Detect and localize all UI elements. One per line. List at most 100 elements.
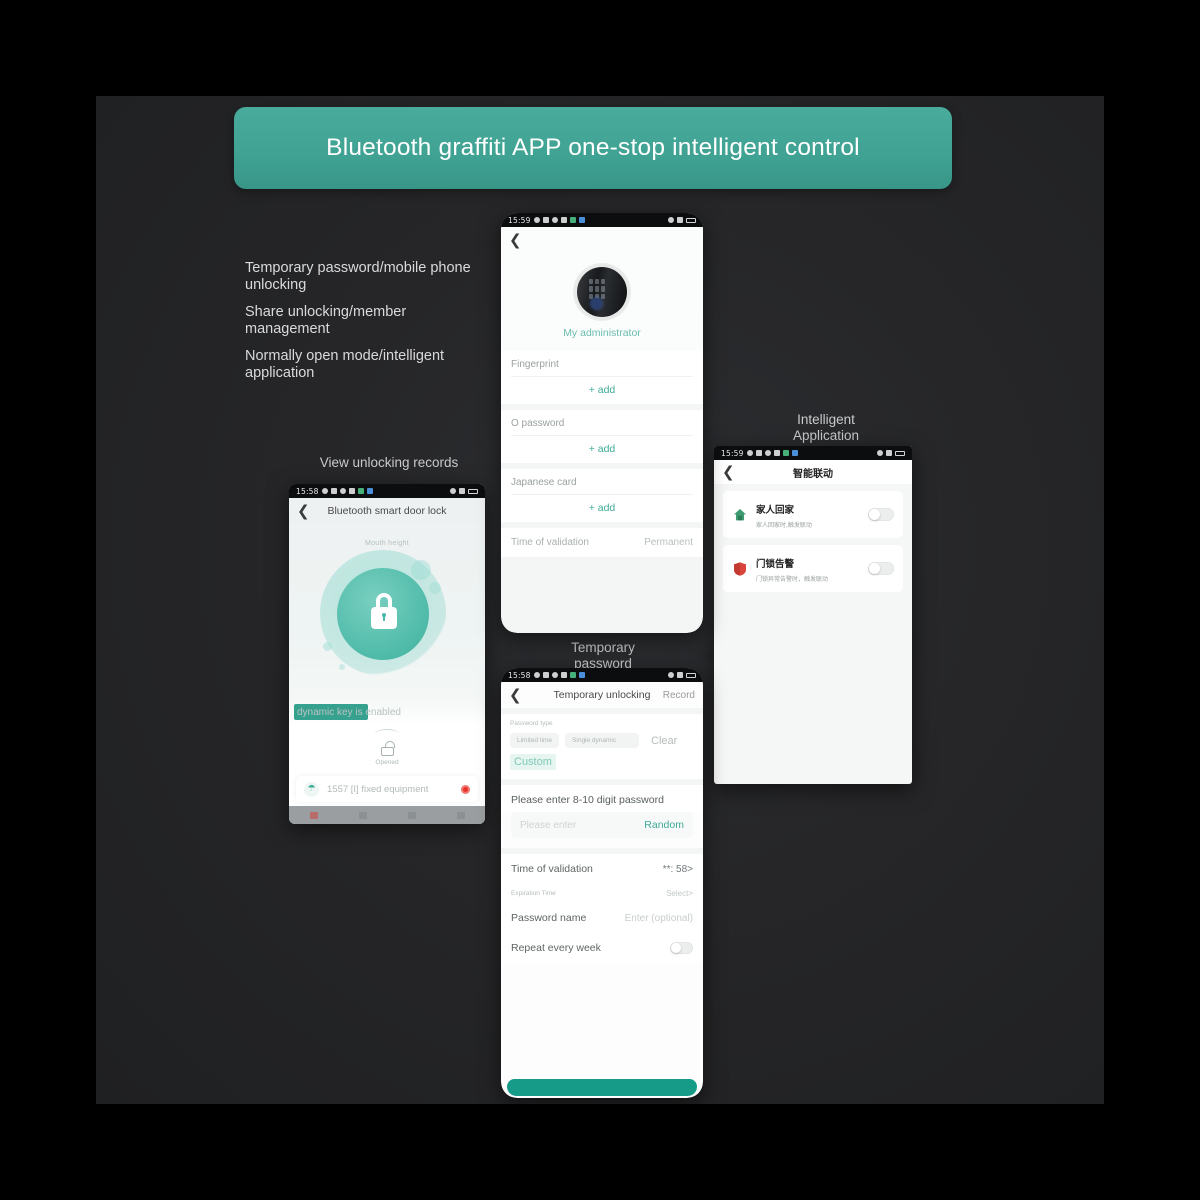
alarm-icon bbox=[668, 217, 674, 223]
linkage-text: 家人回家 家人回家时,触发联动 bbox=[756, 500, 860, 529]
screen-door-lock: 15:58 ❮ Bluetooth smart door lock Mouth … bbox=[289, 484, 485, 824]
screen-intelligent-linkage: 15:59 ❮ 智能联动 家人回家 家人回家时,触发联动 门锁告警 门锁异常告警… bbox=[714, 446, 912, 784]
fingerprint-icon bbox=[591, 298, 602, 309]
app-icon bbox=[542, 672, 549, 678]
battery-icon bbox=[686, 672, 696, 678]
linkage-subtitle: 家人回家时,触发联动 bbox=[756, 522, 812, 529]
row-value: **: 58> bbox=[662, 863, 693, 875]
linkage-item-alarm[interactable]: 门锁告警 门锁异常告警时，触发联动 bbox=[723, 545, 903, 592]
chip-limited-time[interactable]: Limited time bbox=[510, 733, 560, 748]
screenshot-stage: Bluetooth graffiti APP one-stop intellig… bbox=[0, 0, 1200, 1200]
password-input-wrapper[interactable]: Please enter Random bbox=[511, 812, 693, 838]
bell-icon: ☂ bbox=[304, 781, 319, 797]
nav-bar: ❮ Temporary unlocking Record bbox=[501, 682, 703, 708]
chip-custom[interactable]: Custom bbox=[510, 754, 556, 770]
bubble-decor bbox=[411, 560, 431, 580]
password-type-chips: Limited time Single dynamic Clear bbox=[510, 733, 694, 748]
tab-mall[interactable] bbox=[387, 806, 436, 824]
alarm-icon bbox=[450, 488, 456, 494]
validation-row[interactable]: Time of validation Permanent bbox=[501, 528, 703, 557]
status-bar: 15:59 bbox=[501, 213, 703, 227]
status-bar: 15:59 bbox=[714, 446, 912, 460]
card-password: O password + add bbox=[501, 410, 703, 463]
bubble-decor bbox=[339, 664, 345, 670]
add-password-button[interactable]: + add bbox=[511, 436, 693, 463]
screen-temporary-unlocking: 15:58 ❮ Temporary unlocking Record Passw bbox=[501, 668, 703, 1098]
tab-me[interactable] bbox=[436, 806, 485, 824]
confirm-button[interactable] bbox=[507, 1079, 697, 1096]
pull-handle[interactable] bbox=[289, 725, 485, 737]
battery-icon bbox=[468, 488, 478, 494]
status-bar: 15:58 bbox=[501, 668, 703, 682]
dynamic-key-status: dynamic key is enabled bbox=[289, 699, 485, 725]
lock-hero: Mouth height bbox=[289, 524, 485, 699]
nav-bar: ❮ 智能联动 bbox=[714, 460, 912, 484]
status-time: 15:58 bbox=[508, 670, 531, 680]
app-icon bbox=[755, 450, 762, 456]
bubble-decor bbox=[429, 582, 441, 594]
feature-list: Temporary password/mobile phone unlockin… bbox=[245, 260, 485, 392]
administrator-name: My administrator bbox=[563, 327, 641, 339]
row-expiration-time[interactable]: Expiration Time Select> bbox=[501, 884, 703, 903]
settings-icon bbox=[533, 217, 540, 223]
alarm-icon bbox=[668, 672, 674, 678]
dynamic-key-text: dynamic key is enabled bbox=[297, 706, 401, 718]
settings-icon bbox=[533, 672, 540, 678]
row-repeat-every-week[interactable]: Repeat every week bbox=[501, 933, 703, 963]
caption-view-unlocking-records: View unlocking records bbox=[319, 455, 459, 470]
phone-administrator: 15:59 ❮ My administrator Fingerprint + a… bbox=[501, 213, 703, 633]
chat-icon bbox=[551, 217, 558, 223]
card-label: Fingerprint bbox=[511, 359, 559, 370]
alarm-icon bbox=[877, 450, 883, 456]
sim-icon bbox=[886, 450, 892, 456]
nav-title: Temporary unlocking bbox=[553, 689, 651, 701]
chip-single-dynamic[interactable]: Single dynamic bbox=[565, 733, 640, 748]
status-badge bbox=[461, 784, 470, 794]
add-card-button[interactable]: + add bbox=[511, 495, 693, 522]
hero-label: Mouth height bbox=[364, 540, 410, 547]
bubble-decor bbox=[323, 642, 332, 651]
toggle-repeat-weekly[interactable] bbox=[670, 942, 693, 954]
random-button[interactable]: Random bbox=[644, 819, 684, 831]
password-type-section: Password type Limited time Single dynami… bbox=[501, 714, 703, 779]
opened-label: Opened bbox=[375, 759, 399, 766]
unlocked-padlock-icon bbox=[380, 741, 395, 756]
feature-item: Share unlocking/member management bbox=[245, 303, 407, 337]
app-icon bbox=[578, 217, 585, 223]
alert-row[interactable]: ☂ 1557 [I] fixed equipment bbox=[296, 776, 478, 802]
settings-icon bbox=[321, 488, 328, 494]
password-input[interactable]: Please enter bbox=[520, 820, 576, 831]
row-label: Repeat every week bbox=[511, 942, 601, 954]
add-fingerprint-button[interactable]: + add bbox=[511, 377, 693, 404]
card-label: Japanese card bbox=[511, 477, 577, 488]
clear-button[interactable]: Clear bbox=[651, 735, 677, 747]
phone-unlocking-records: 15:58 ❮ Bluetooth smart door lock Mouth … bbox=[289, 484, 485, 824]
row-time-of-validation[interactable]: Time of validation **: 58> bbox=[501, 854, 703, 884]
tab-home[interactable] bbox=[289, 806, 338, 824]
linkage-item-home[interactable]: 家人回家 家人回家时,触发联动 bbox=[723, 491, 903, 538]
padlock-icon bbox=[371, 593, 397, 629]
card-card: Japanese card + add bbox=[501, 469, 703, 522]
app-icon bbox=[560, 672, 567, 678]
chevron-left-icon[interactable]: ❮ bbox=[509, 232, 522, 248]
tab-bar bbox=[289, 806, 485, 824]
row-password-name[interactable]: Password name Enter (optional) bbox=[501, 903, 703, 933]
toggle-home-linkage[interactable] bbox=[868, 508, 894, 521]
status-time: 15:59 bbox=[508, 215, 531, 225]
validation-value: Permanent bbox=[644, 537, 693, 548]
app-icon bbox=[330, 488, 337, 494]
nav-bar: ❮ Bluetooth smart door lock bbox=[289, 498, 485, 524]
tab-scene[interactable] bbox=[338, 806, 387, 824]
phone-intelligent-linkage: 15:59 ❮ 智能联动 家人回家 家人回家时,触发联动 门锁告警 门锁异常告警… bbox=[714, 446, 912, 784]
feature-item: Normally open mode/intelligent applicati… bbox=[245, 347, 445, 381]
app-icon bbox=[773, 450, 780, 456]
row-label: Time of validation bbox=[511, 863, 593, 875]
home-icon bbox=[732, 506, 748, 524]
row-label: Password name bbox=[511, 912, 587, 924]
toggle-alarm-linkage[interactable] bbox=[868, 562, 894, 575]
chat-icon bbox=[551, 672, 558, 678]
row-label: Expiration Time bbox=[511, 890, 556, 897]
nav-bar: ❮ bbox=[501, 227, 703, 253]
status-bar: 15:58 bbox=[289, 484, 485, 498]
keypad-icon bbox=[589, 279, 605, 299]
